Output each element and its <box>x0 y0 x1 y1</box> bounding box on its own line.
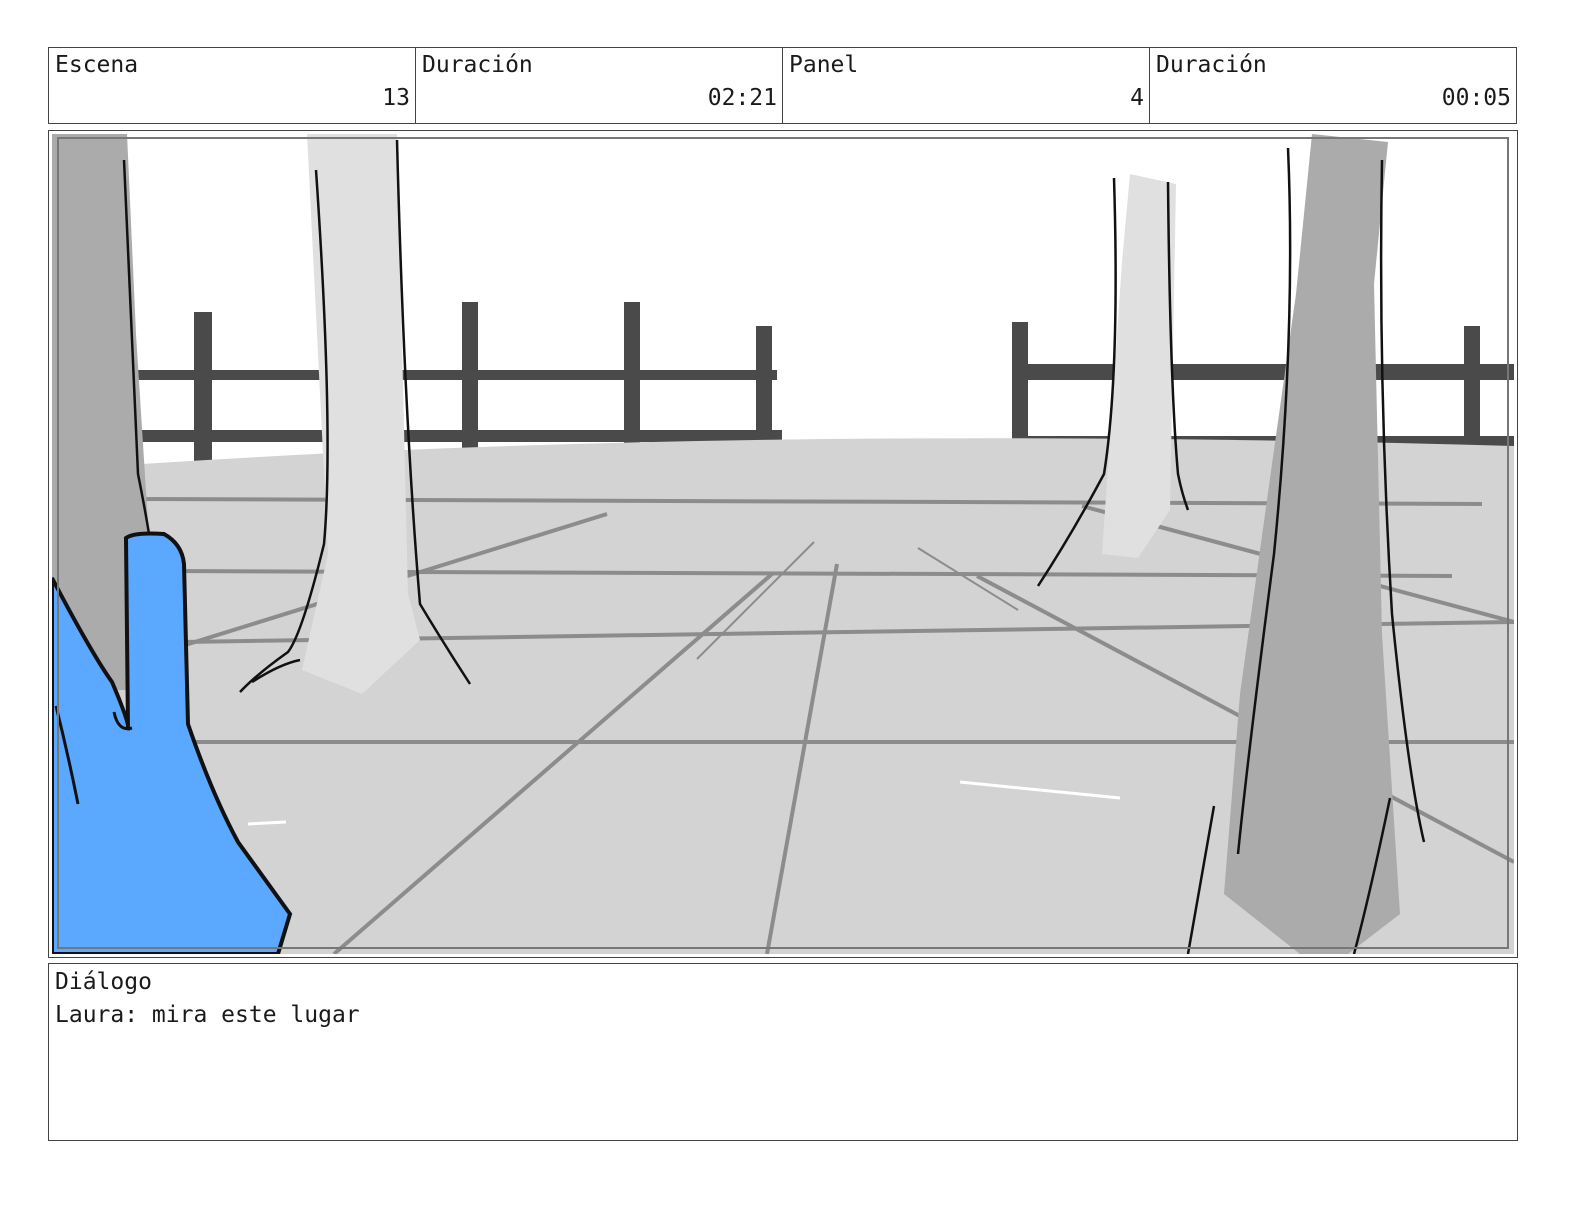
dialog-box: Diálogo Laura: mira este lugar <box>48 963 1518 1141</box>
scene-duration-label: Duración <box>422 52 533 78</box>
panel-drawing <box>52 134 1514 954</box>
scene-duration-value: 02:21 <box>707 85 777 111</box>
storyboard-panel <box>48 130 1518 958</box>
dialog-text: Laura: mira este lugar <box>55 1002 360 1028</box>
panel-cell: Panel 4 <box>783 48 1150 123</box>
dialog-label: Diálogo <box>55 969 152 995</box>
panel-duration-value: 00:05 <box>1441 85 1511 111</box>
storyboard-header: Escena 13 Duración 02:21 Panel 4 Duració… <box>48 47 1517 124</box>
scene-cell: Escena 13 <box>49 48 416 123</box>
panel-label: Panel <box>789 52 859 78</box>
scene-label: Escena <box>55 52 139 78</box>
panel-duration-cell: Duración 00:05 <box>1150 48 1516 123</box>
panel-number: 4 <box>1130 85 1144 111</box>
scene-number: 13 <box>382 85 410 111</box>
panel-duration-label: Duración <box>1156 52 1267 78</box>
scene-duration-cell: Duración 02:21 <box>416 48 783 123</box>
